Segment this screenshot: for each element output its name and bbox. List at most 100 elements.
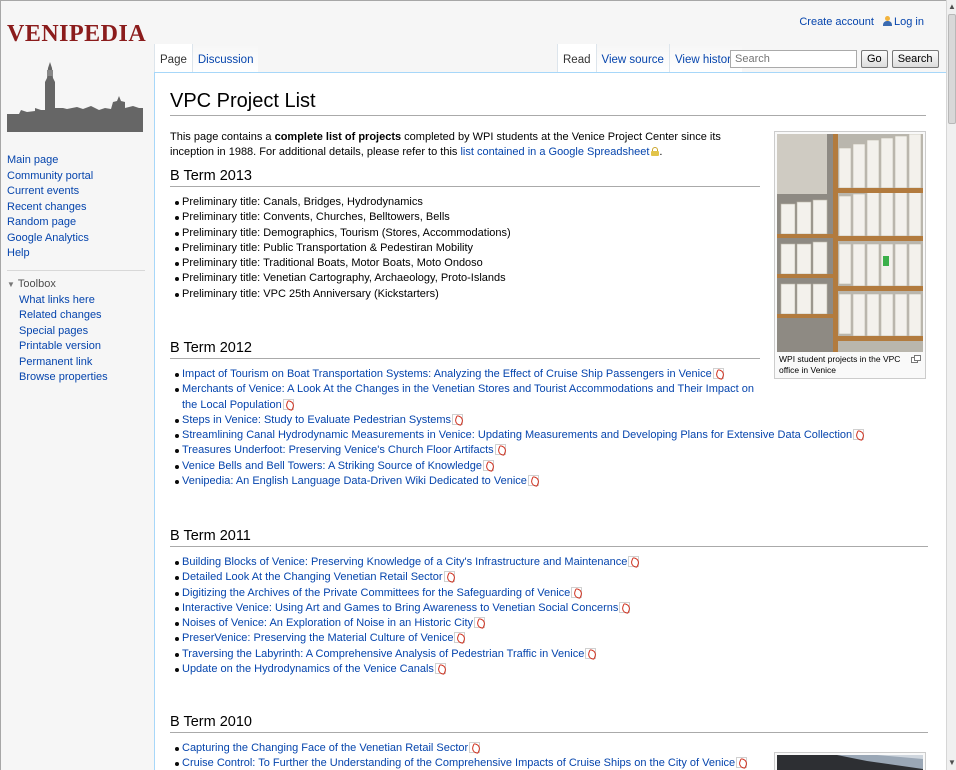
list-item[interactable]: Interactive Venice: Using Art and Games …: [175, 601, 928, 616]
list-item: Preliminary title: Traditional Boats, Mo…: [175, 256, 760, 271]
pdf-icon: [585, 647, 597, 659]
search-form: Go Search: [730, 50, 939, 68]
sidebar-item-community-portal[interactable]: Community portal: [7, 169, 145, 185]
sidebar-item-recent-changes[interactable]: Recent changes: [7, 200, 145, 216]
sidebar-link[interactable]: Help: [7, 247, 30, 259]
scroll-down-icon[interactable]: ▼: [948, 758, 956, 768]
project-link[interactable]: PreserVenice: Preserving the Material Cu…: [182, 632, 453, 644]
pdf-icon: [628, 556, 640, 567]
list-item: Preliminary title: Canals, Bridges, Hydr…: [175, 195, 760, 210]
section-heading: B Term 2012: [170, 339, 760, 359]
toolbox-link[interactable]: Special pages: [19, 325, 88, 337]
project-link[interactable]: Treasures Underfoot: Preserving Venice's…: [182, 444, 494, 456]
project-link[interactable]: Building Blocks of Venice: Preserving Kn…: [182, 556, 627, 568]
create-account-link[interactable]: Create account: [799, 16, 874, 28]
project-link[interactable]: Impact of Tourism on Boat Transportation…: [182, 368, 712, 380]
project-link[interactable]: Traversing the Labyrinth: A Comprehensiv…: [182, 648, 584, 660]
list-item[interactable]: Venipedia: An English Language Data-Driv…: [175, 474, 936, 489]
pdf-icon: [571, 586, 583, 598]
search-button[interactable]: Search: [891, 50, 939, 68]
toolbox-label: Toolbox: [17, 277, 56, 290]
archive-shelves-image[interactable]: [777, 134, 923, 352]
sidebar-link[interactable]: Current events: [7, 185, 79, 197]
pdf-icon: [454, 632, 466, 644]
project-list: Building Blocks of Venice: Preserving Kn…: [175, 555, 928, 677]
user-icon: [883, 16, 893, 26]
toolbox-item-permanent-link[interactable]: Permanent link: [19, 355, 145, 371]
project-link[interactable]: Update on the Hydrodynamics of the Venic…: [182, 663, 434, 675]
enlarge-icon[interactable]: [911, 355, 921, 363]
pdf-icon: [443, 571, 455, 583]
project-link[interactable]: Cruise Control: To Further the Understan…: [182, 757, 735, 769]
list-item[interactable]: Merchants of Venice: A Look At the Chang…: [175, 382, 766, 413]
toolbox-item-special-pages[interactable]: Special pages: [19, 324, 145, 340]
sidebar-item-google-analytics[interactable]: Google Analytics: [7, 231, 145, 247]
section-b-term-2013: B Term 2013 Preliminary title: Canals, B…: [170, 167, 760, 302]
sidebar-link[interactable]: Main page: [7, 154, 58, 166]
project-link[interactable]: Venice Bells and Bell Towers: A Striking…: [182, 460, 482, 472]
list-item[interactable]: PreserVenice: Preserving the Material Cu…: [175, 631, 928, 646]
vertical-scrollbar[interactable]: ▲ ▼: [946, 0, 956, 770]
list-item[interactable]: Impact of Tourism on Boat Transportation…: [175, 367, 936, 382]
thumbnail-figure-2: [774, 752, 926, 770]
list-item[interactable]: Traversing the Labyrinth: A Comprehensiv…: [175, 647, 928, 662]
sidebar-item-random-page[interactable]: Random page: [7, 215, 145, 231]
list-item[interactable]: Detailed Look At the Changing Venetian R…: [175, 570, 928, 585]
project-link[interactable]: Steps in Venice: Study to Evaluate Pedes…: [182, 414, 451, 426]
sidebar-link[interactable]: Google Analytics: [7, 232, 89, 244]
intro-text: This page contains a: [170, 131, 275, 143]
log-in-link[interactable]: Log in: [894, 16, 924, 28]
site-logo[interactable]: VENIPEDIA: [7, 21, 146, 132]
scrollbar-thumb[interactable]: [948, 14, 956, 124]
sidebar-item-help[interactable]: Help: [7, 246, 145, 262]
scroll-up-icon[interactable]: ▲: [948, 2, 956, 12]
toolbox-link[interactable]: Related changes: [19, 309, 102, 321]
project-link[interactable]: Capturing the Changing Face of the Venet…: [182, 742, 468, 754]
project-link[interactable]: Venipedia: An English Language Data-Driv…: [182, 475, 527, 487]
tab-read[interactable]: Read: [557, 44, 596, 72]
list-item[interactable]: Steps in Venice: Study to Evaluate Pedes…: [175, 413, 936, 428]
list-item[interactable]: Digitizing the Archives of the Private C…: [175, 586, 928, 601]
project-link[interactable]: Detailed Look At the Changing Venetian R…: [182, 571, 443, 583]
project-link[interactable]: Interactive Venice: Using Art and Games …: [182, 602, 618, 614]
toolbox-item-printable-version[interactable]: Printable version: [19, 339, 145, 355]
toolbox-item-browse-properties[interactable]: Browse properties: [19, 370, 145, 386]
project-link[interactable]: Merchants of Venice: A Look At the Chang…: [182, 383, 754, 410]
toolbox-item-what-links-here[interactable]: What links here: [19, 293, 145, 309]
list-item[interactable]: Noises of Venice: An Exploration of Nois…: [175, 616, 928, 631]
article-content: VPC Project List This page contains a co…: [154, 72, 946, 770]
triangle-down-icon: ▼: [7, 279, 15, 289]
toolbox-link[interactable]: Permanent link: [19, 356, 92, 368]
thumbnail-image-2[interactable]: [777, 755, 923, 770]
toolbox-link[interactable]: What links here: [19, 294, 95, 306]
list-item[interactable]: Update on the Hydrodynamics of the Venic…: [175, 662, 928, 677]
project-link[interactable]: Streamlining Canal Hydrodynamic Measurem…: [182, 429, 852, 441]
sidebar-link[interactable]: Community portal: [7, 170, 93, 182]
tab-view-source[interactable]: View source: [595, 44, 669, 72]
pdf-icon: [494, 444, 506, 456]
sidebar-link[interactable]: Random page: [7, 216, 76, 228]
list-item[interactable]: Streamlining Canal Hydrodynamic Measurem…: [175, 428, 936, 443]
pdf-icon: [712, 368, 724, 379]
sidebar-item-current-events[interactable]: Current events: [7, 184, 145, 200]
list-item[interactable]: Treasures Underfoot: Preserving Venice's…: [175, 443, 936, 458]
tab-page[interactable]: Page: [154, 44, 192, 72]
sidebar-navigation: Main page Community portal Current event…: [7, 153, 145, 386]
project-list: Preliminary title: Canals, Bridges, Hydr…: [175, 195, 760, 302]
section-b-term-2011: B Term 2011 Building Blocks of Venice: P…: [170, 527, 928, 677]
go-button[interactable]: Go: [861, 50, 888, 68]
toolbox-link[interactable]: Browse properties: [19, 371, 108, 383]
toolbox-item-related-changes[interactable]: Related changes: [19, 308, 145, 324]
project-link[interactable]: Noises of Venice: An Exploration of Nois…: [182, 617, 473, 629]
spreadsheet-link[interactable]: list contained in a Google Spreadsheet: [460, 146, 649, 158]
sidebar-item-main-page[interactable]: Main page: [7, 153, 145, 169]
project-link[interactable]: Digitizing the Archives of the Private C…: [182, 587, 570, 599]
toolbox-toggle[interactable]: ▼ Toolbox: [7, 269, 145, 292]
list-item[interactable]: Venice Bells and Bell Towers: A Striking…: [175, 459, 936, 474]
search-input[interactable]: [730, 50, 857, 68]
tab-discussion[interactable]: Discussion: [191, 44, 259, 72]
toolbox-link[interactable]: Printable version: [19, 340, 101, 352]
sidebar-link[interactable]: Recent changes: [7, 201, 87, 213]
list-item[interactable]: Building Blocks of Venice: Preserving Kn…: [175, 555, 928, 570]
section-heading: B Term 2010: [170, 713, 928, 733]
